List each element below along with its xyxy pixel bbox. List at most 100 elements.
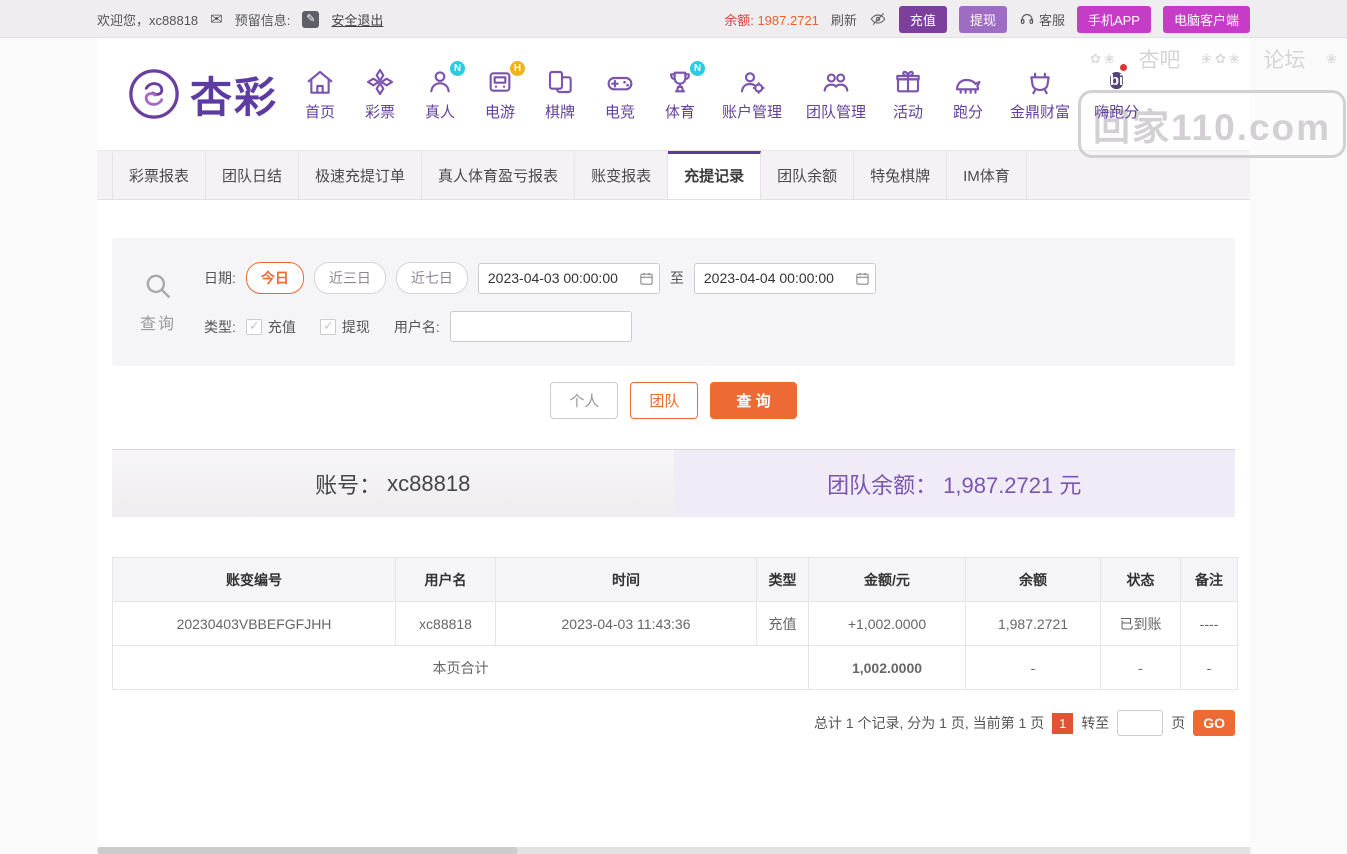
mobile-app-button[interactable]: 手机APP bbox=[1077, 6, 1151, 33]
date-from-input[interactable] bbox=[478, 263, 660, 294]
flourish-icon: ❀✿❀ bbox=[1201, 51, 1243, 67]
tab-im-sports[interactable]: IM体育 bbox=[947, 151, 1027, 199]
lottery-icon bbox=[364, 66, 396, 98]
nav-item-wealth[interactable]: 金鼎财富 bbox=[1010, 66, 1070, 122]
brand-flower-icon bbox=[127, 67, 181, 121]
nav-label: 活动 bbox=[893, 101, 923, 122]
nav-item-cards[interactable]: 棋牌 bbox=[542, 66, 578, 122]
recharge-button[interactable]: 充值 bbox=[899, 6, 947, 33]
personal-button[interactable]: 个人 bbox=[550, 382, 618, 419]
refresh-link[interactable]: 刷新 bbox=[831, 10, 857, 29]
nav-item-egames[interactable]: H 电游 bbox=[482, 66, 518, 122]
go-button[interactable]: GO bbox=[1193, 710, 1235, 736]
to-label: 至 bbox=[670, 268, 684, 288]
quick-3days-button[interactable]: 近三日 bbox=[314, 262, 386, 294]
team-balance-value: 1,987.2721 元 bbox=[943, 468, 1081, 500]
date-to-input[interactable] bbox=[694, 263, 876, 294]
tab-team-balance[interactable]: 团队余额 bbox=[761, 151, 854, 199]
balance-label: 余额: bbox=[724, 13, 754, 28]
nav-label: 团队管理 bbox=[806, 101, 866, 122]
username-input[interactable] bbox=[450, 311, 632, 342]
main-nav: 首页 彩票 N 真人 H 电游 棋牌 电竞 N bbox=[302, 66, 1139, 122]
scrollbar-thumb[interactable] bbox=[97, 847, 517, 854]
rhino-icon bbox=[952, 66, 984, 98]
flourish-icon: ✿❀ bbox=[1090, 51, 1118, 67]
recharge-checkbox[interactable] bbox=[246, 319, 262, 335]
nav-item-paofen[interactable]: 跑分 bbox=[950, 66, 986, 122]
tab-account-change[interactable]: 账变报表 bbox=[575, 151, 668, 199]
summary-status: - bbox=[1101, 646, 1181, 690]
nav-item-account-mgmt[interactable]: 账户管理 bbox=[722, 66, 782, 122]
summary-remark: - bbox=[1181, 646, 1238, 690]
customer-service-link[interactable]: 客服 bbox=[1019, 10, 1065, 29]
search-button[interactable]: 查 询 bbox=[710, 382, 796, 419]
tab-team-daily[interactable]: 团队日结 bbox=[206, 151, 299, 199]
nav-item-lottery[interactable]: 彩票 bbox=[362, 66, 398, 122]
quick-today-button[interactable]: 今日 bbox=[246, 262, 304, 294]
eye-slash-icon[interactable] bbox=[869, 11, 887, 27]
brand-logo[interactable]: 杏彩 bbox=[127, 64, 278, 125]
nav-item-hipaofen[interactable]: bi 嗨跑分 bbox=[1094, 66, 1139, 122]
goto-label: 转至 bbox=[1081, 713, 1109, 733]
account-gear-icon bbox=[736, 66, 768, 98]
horizontal-scrollbar[interactable] bbox=[97, 847, 1250, 854]
nav-item-activity[interactable]: 活动 bbox=[890, 66, 926, 122]
edit-icon[interactable]: ✎ bbox=[302, 11, 319, 28]
account-label: 账号： bbox=[315, 468, 381, 500]
cell-username: xc88818 bbox=[396, 602, 496, 646]
goto-page-input[interactable] bbox=[1117, 710, 1163, 736]
pagination: 总计 1 个记录, 分为 1 页, 当前第 1 页 1 转至 页 GO bbox=[112, 710, 1235, 736]
nav-label: 体育 bbox=[665, 101, 695, 122]
main-page: 杏彩 首页 彩票 N 真人 H 电游 棋牌 bbox=[97, 38, 1250, 854]
team-button[interactable]: 团队 bbox=[630, 382, 698, 419]
bi-logo-icon: bi bbox=[1110, 72, 1123, 89]
balance-value: 1987.2721 bbox=[757, 13, 818, 28]
date-label: 日期: bbox=[204, 268, 236, 288]
team-balance-label: 团队余额： bbox=[827, 468, 937, 500]
tab-live-sports-pl[interactable]: 真人体育盈亏报表 bbox=[422, 151, 575, 199]
customer-service-label: 客服 bbox=[1039, 10, 1065, 29]
new-badge: N bbox=[450, 61, 465, 76]
col-remark: 备注 bbox=[1181, 558, 1238, 602]
tab-recharge-withdraw-records[interactable]: 充提记录 bbox=[668, 151, 761, 199]
page-unit-label: 页 bbox=[1171, 713, 1185, 733]
nav-item-esports[interactable]: 电竞 bbox=[602, 66, 638, 122]
tab-special-cards[interactable]: 特兔棋牌 bbox=[854, 151, 947, 199]
tab-lottery-report[interactable]: 彩票报表 bbox=[112, 151, 206, 199]
gift-icon bbox=[892, 66, 924, 98]
withdraw-button[interactable]: 提现 bbox=[959, 6, 1007, 33]
table-header-row: 账变编号 用户名 时间 类型 金额/元 余额 状态 备注 bbox=[113, 558, 1238, 602]
cell-remark: ---- bbox=[1181, 602, 1238, 646]
topbar: 欢迎您，xc88818 ✉ 预留信息: ✎ 安全退出 余额: 1987.2721… bbox=[0, 0, 1347, 38]
withdraw-checkbox-group[interactable]: 提现 bbox=[320, 317, 370, 337]
nav-label: 金鼎财富 bbox=[1010, 101, 1070, 122]
nav-item-home[interactable]: 首页 bbox=[302, 66, 338, 122]
welcome-text: 欢迎您，xc88818 bbox=[97, 10, 198, 29]
logout-link[interactable]: 安全退出 bbox=[331, 10, 383, 29]
recharge-checkbox-group[interactable]: 充值 bbox=[246, 317, 296, 337]
cell-time: 2023-04-03 11:43:36 bbox=[496, 602, 757, 646]
summary-label: 本页合计 bbox=[113, 646, 809, 690]
reserved-info-label: 预留信息: bbox=[235, 10, 291, 29]
col-status: 状态 bbox=[1101, 558, 1181, 602]
nav-item-team-mgmt[interactable]: 团队管理 bbox=[806, 66, 866, 122]
brand-name: 杏彩 bbox=[190, 64, 278, 125]
current-page-box[interactable]: 1 bbox=[1052, 713, 1073, 734]
quick-7days-button[interactable]: 近七日 bbox=[396, 262, 468, 294]
nav-item-sports[interactable]: N 体育 bbox=[662, 66, 698, 122]
summary-amount: 1,002.0000 bbox=[809, 646, 966, 690]
tab-fast-orders[interactable]: 极速充提订单 bbox=[299, 151, 422, 199]
recharge-checkbox-label: 充值 bbox=[268, 317, 296, 337]
pc-client-button[interactable]: 电脑客户端 bbox=[1163, 6, 1250, 33]
query-side: 查询 bbox=[112, 271, 204, 334]
envelope-icon[interactable]: ✉ bbox=[210, 10, 223, 28]
nav-item-live[interactable]: N 真人 bbox=[422, 66, 458, 122]
flourish-icon: ❀ bbox=[1326, 51, 1340, 67]
withdraw-checkbox[interactable] bbox=[320, 319, 336, 335]
username-label: 用户名: bbox=[394, 317, 440, 337]
hot-badge: H bbox=[510, 61, 525, 76]
col-username: 用户名 bbox=[396, 558, 496, 602]
headset-icon bbox=[1019, 12, 1035, 27]
query-side-label: 查询 bbox=[112, 310, 204, 334]
account-value: xc88818 bbox=[387, 471, 470, 497]
